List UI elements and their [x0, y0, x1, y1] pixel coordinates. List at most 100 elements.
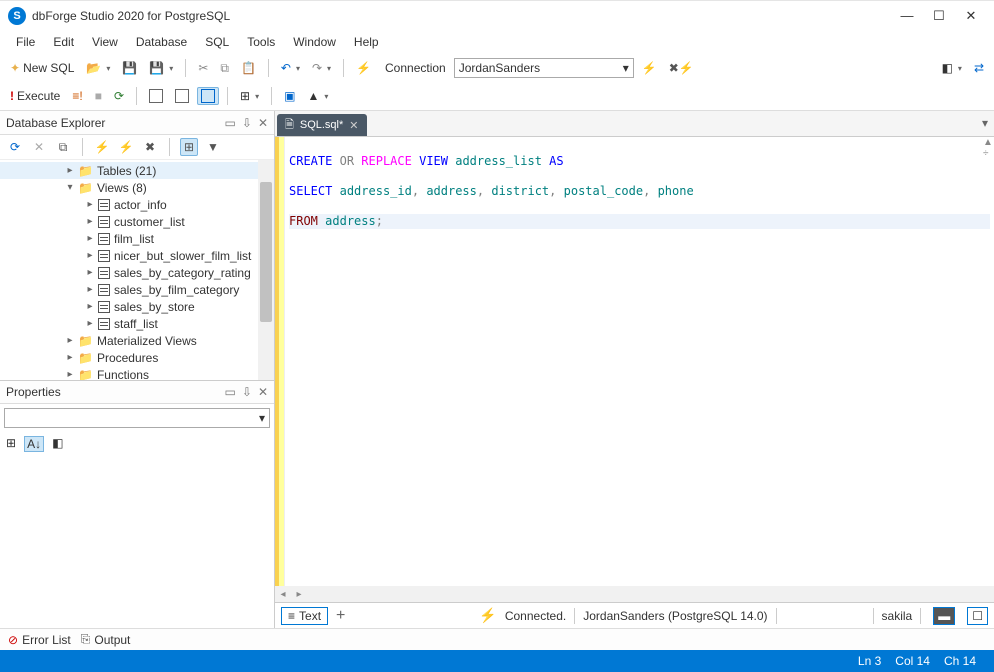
- minimize-button[interactable]: —: [900, 9, 914, 23]
- redo-button[interactable]: ↷▾: [308, 59, 335, 77]
- debug-button[interactable]: [145, 87, 167, 105]
- editor-split-handle[interactable]: ▲÷: [982, 137, 994, 159]
- tree-item[interactable]: ▸📁Procedures: [0, 349, 274, 366]
- text-view-tab[interactable]: ≡ Text: [281, 607, 328, 625]
- maximize-button[interactable]: ☐: [932, 9, 946, 23]
- copy-button[interactable]: ⧉: [216, 59, 233, 78]
- open-button[interactable]: 📂▾: [82, 59, 114, 77]
- scroll-right-icon[interactable]: ▸: [291, 589, 307, 600]
- tree-item[interactable]: ▸customer_list: [0, 213, 274, 230]
- image-button[interactable]: ▣: [280, 87, 299, 105]
- undo-button[interactable]: ↶▾: [277, 59, 304, 77]
- menu-help[interactable]: Help: [346, 33, 387, 51]
- prop-pages-icon[interactable]: ◧: [52, 436, 63, 452]
- menu-window[interactable]: Window: [285, 33, 344, 51]
- expand-icon[interactable]: ▸: [64, 335, 76, 346]
- menu-tools[interactable]: Tools: [239, 33, 283, 51]
- prop-close-icon[interactable]: ✕: [258, 385, 268, 399]
- tab-close-icon[interactable]: ✕: [349, 119, 358, 132]
- tree-item[interactable]: ▸sales_by_film_category: [0, 281, 274, 298]
- db-explorer-tree[interactable]: ▸📁Tables (21)▾📁Views (8)▸actor_info▸cust…: [0, 160, 274, 380]
- expand-icon[interactable]: ▸: [84, 199, 96, 210]
- delete-button[interactable]: ✕: [30, 138, 48, 156]
- expand-icon[interactable]: ▸: [84, 301, 96, 312]
- disconnect-button[interactable]: ⚡: [638, 59, 661, 77]
- close-button[interactable]: ✕: [964, 9, 978, 23]
- categorize-icon[interactable]: ⊞: [6, 436, 16, 452]
- expand-icon[interactable]: ▸: [84, 318, 96, 329]
- settings-button[interactable]: ⇄: [970, 59, 988, 77]
- execute-cursor-button[interactable]: ≡!: [68, 87, 86, 105]
- menu-bar: File Edit View Database SQL Tools Window…: [0, 30, 994, 54]
- tree-item[interactable]: ▸actor_info: [0, 196, 274, 213]
- sql-editor[interactable]: CREATE OR REPLACE VIEW address_list AS S…: [285, 137, 994, 586]
- debug3-button[interactable]: [197, 87, 219, 105]
- prop-window-icon[interactable]: ▭: [225, 385, 236, 399]
- error-list-tab[interactable]: ⊘ Error List: [8, 633, 71, 647]
- view-mode1-icon[interactable]: ▬: [933, 607, 955, 625]
- scroll-left-icon[interactable]: ◂: [275, 589, 291, 600]
- tree-item[interactable]: ▸📁Tables (21): [0, 162, 274, 179]
- windows-button[interactable]: ⧉: [54, 138, 72, 156]
- panel-close-icon[interactable]: ✕: [258, 116, 268, 130]
- tree-item[interactable]: ▾📁Views (8): [0, 179, 274, 196]
- panel-pin-icon[interactable]: ⇩: [242, 116, 252, 130]
- save-button[interactable]: 💾: [118, 59, 141, 77]
- tree-item[interactable]: ▸sales_by_store: [0, 298, 274, 315]
- view-mode2-icon[interactable]: ☐: [967, 607, 988, 625]
- debug2-button[interactable]: [171, 87, 193, 105]
- view-mode-button[interactable]: ⊞: [180, 138, 198, 156]
- expand-icon[interactable]: ▸: [84, 267, 96, 278]
- current-database: sakila: [882, 609, 913, 623]
- menu-sql[interactable]: SQL: [197, 33, 237, 51]
- stop-button[interactable]: ■: [91, 87, 106, 105]
- output-tab[interactable]: ⎘ Output: [81, 632, 131, 647]
- execute-button[interactable]: ! Execute: [6, 87, 64, 105]
- tree-item[interactable]: ▸📁Materialized Views: [0, 332, 274, 349]
- expand-icon[interactable]: ▾: [64, 182, 76, 193]
- connect-button[interactable]: ⚡: [352, 59, 375, 77]
- layout-button[interactable]: ◧▾: [938, 59, 966, 77]
- menu-edit[interactable]: Edit: [45, 33, 82, 51]
- plug-x-button[interactable]: ✖: [141, 138, 159, 156]
- sort-az-icon[interactable]: A↓: [24, 436, 44, 452]
- add-view-button[interactable]: +: [336, 607, 345, 625]
- tree-item[interactable]: ▸nicer_but_slower_film_list: [0, 247, 274, 264]
- expand-icon[interactable]: ▸: [84, 250, 96, 261]
- menu-database[interactable]: Database: [128, 33, 195, 51]
- expand-icon[interactable]: ▸: [84, 233, 96, 244]
- tree-scrollbar[interactable]: [258, 160, 274, 380]
- cut-button[interactable]: ✂: [194, 59, 212, 77]
- properties-combo[interactable]: ▾: [4, 408, 270, 428]
- expand-icon[interactable]: ▸: [64, 165, 76, 176]
- prop-pin-icon[interactable]: ⇩: [242, 385, 252, 399]
- plug-add-button[interactable]: ⚡: [93, 138, 111, 156]
- tree-item[interactable]: ▸📁Functions: [0, 366, 274, 380]
- connection-dropdown[interactable]: JordanSanders ▾: [454, 58, 634, 78]
- grid-button[interactable]: ⊞▾: [236, 87, 263, 105]
- expand-icon[interactable]: ▸: [84, 216, 96, 227]
- tree-item[interactable]: ▸staff_list: [0, 315, 274, 332]
- panel-window-icon[interactable]: ▭: [225, 116, 236, 130]
- chart-button[interactable]: ▲▾: [303, 87, 332, 105]
- save-all-button[interactable]: 💾▾: [145, 59, 177, 77]
- refresh-tree-button[interactable]: ⟳: [6, 138, 24, 156]
- tab-dropdown-icon[interactable]: ▾: [982, 116, 988, 130]
- expand-icon[interactable]: ▸: [64, 369, 76, 380]
- document-tab[interactable]: 🗎 SQL.sql* ✕: [277, 114, 367, 136]
- filter-button[interactable]: ▼: [204, 138, 222, 156]
- menu-file[interactable]: File: [8, 33, 43, 51]
- refresh-button[interactable]: ⟳: [110, 87, 128, 105]
- tree-item[interactable]: ▸film_list: [0, 230, 274, 247]
- new-sql-button[interactable]: ✦ New SQL: [6, 59, 78, 77]
- horizontal-scrollbar[interactable]: ◂ ▸: [275, 586, 994, 602]
- expand-icon[interactable]: ▸: [64, 352, 76, 363]
- tree-item[interactable]: ▸sales_by_category_rating: [0, 264, 274, 281]
- disconnect-all-button[interactable]: ✖⚡: [665, 59, 698, 77]
- menu-view[interactable]: View: [84, 33, 126, 51]
- expand-icon[interactable]: ▸: [84, 284, 96, 295]
- output-label: Output: [94, 633, 130, 647]
- folder-icon: 📁: [78, 164, 93, 178]
- plug-gray-button[interactable]: ⚡: [117, 138, 135, 156]
- paste-button[interactable]: 📋: [237, 59, 260, 77]
